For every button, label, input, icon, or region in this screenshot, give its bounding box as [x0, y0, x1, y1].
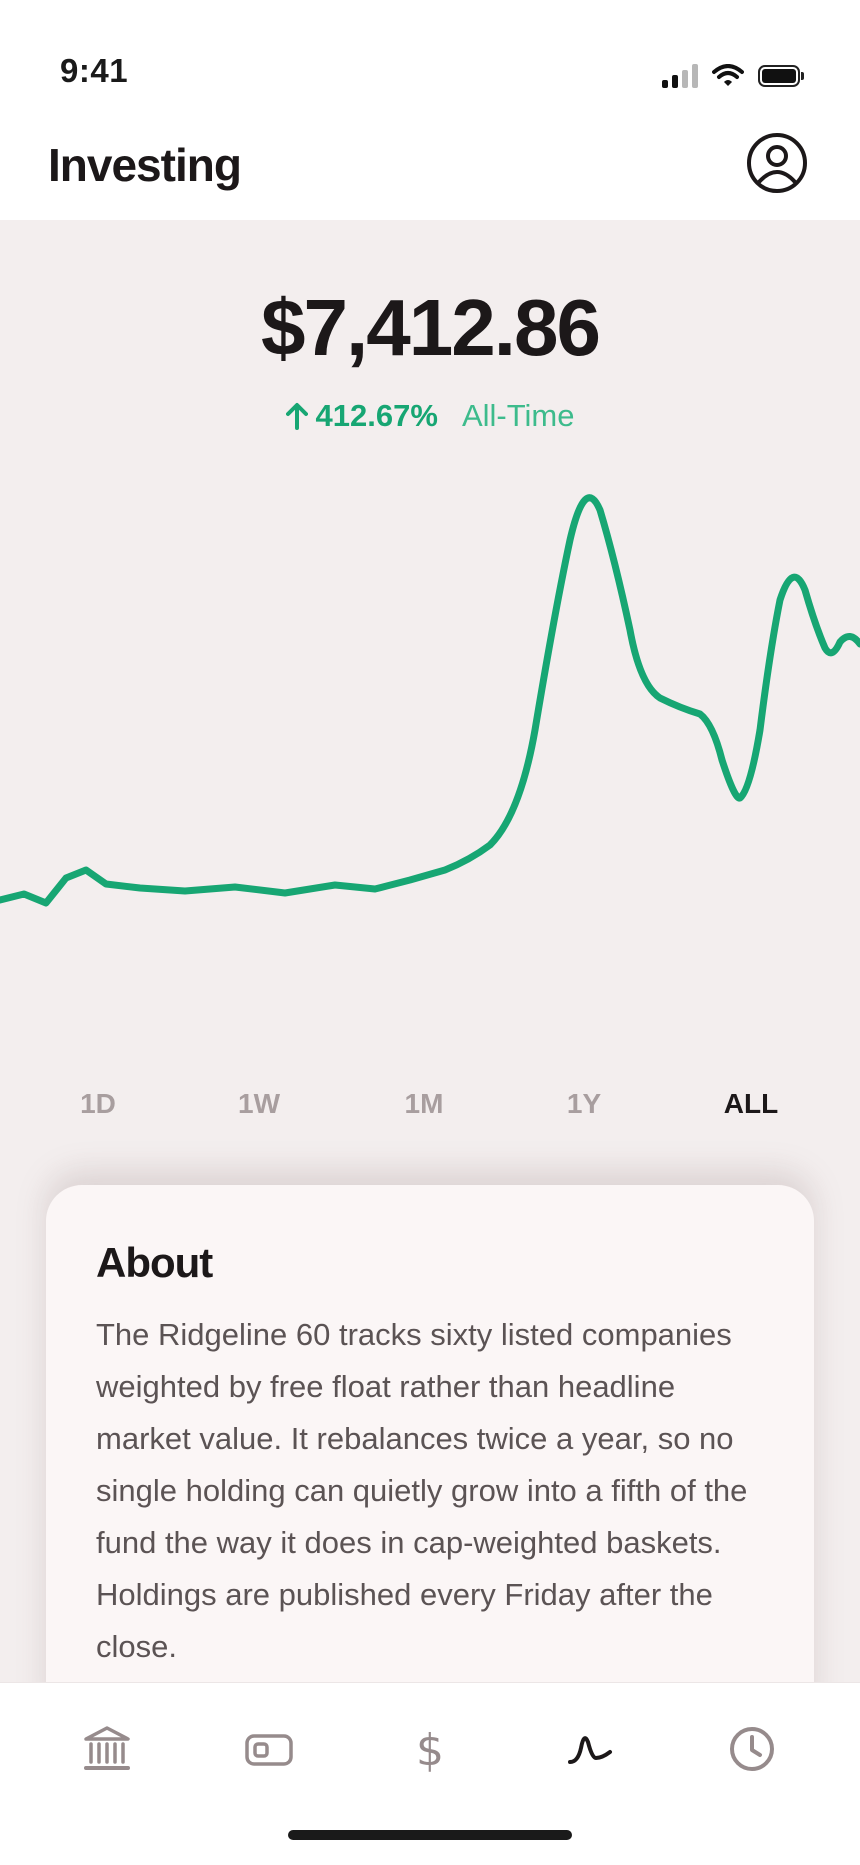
about-card: About The Ridgeline 60 tracks sixty list… — [46, 1185, 814, 1682]
arrow-up-icon — [285, 403, 308, 430]
home-indicator — [288, 1830, 572, 1840]
time-range-selector: 1D 1W 1M 1Y ALL — [0, 1088, 860, 1138]
app-header: Investing — [0, 120, 860, 220]
profile-icon — [747, 133, 807, 193]
range-1w-button[interactable]: 1W — [238, 1088, 280, 1120]
clock-icon — [730, 1727, 774, 1771]
battery-icon — [758, 65, 804, 87]
status-bar: 9:41 — [0, 0, 860, 120]
range-1d-button[interactable]: 1D — [80, 1088, 116, 1120]
tab-cash[interactable]: $ — [402, 1721, 458, 1777]
tab-banking[interactable] — [79, 1721, 135, 1777]
page-title: Investing — [48, 139, 242, 191]
chart-line — [0, 494, 860, 907]
profile-button[interactable] — [746, 132, 808, 194]
investing-main: $7,412.86 412.67% All-Time 1D 1W 1M 1Y A… — [0, 220, 860, 1682]
investing-icon — [568, 1736, 612, 1764]
tab-card[interactable] — [241, 1721, 297, 1777]
bank-icon — [84, 1726, 130, 1770]
change-percent: 412.67% — [315, 398, 438, 433]
status-icons — [662, 64, 804, 88]
about-description: The Ridgeline 60 tracks sixty listed com… — [96, 1317, 748, 1664]
dollar-icon: $ — [416, 1725, 444, 1774]
change-period: All-Time — [461, 398, 575, 433]
range-1y-button[interactable]: 1Y — [567, 1088, 601, 1120]
portfolio-balance: $7,412.86 — [261, 283, 601, 372]
change-value: 412.67% — [285, 398, 438, 434]
range-1m-button[interactable]: 1M — [405, 1088, 444, 1120]
cellular-signal-icon — [662, 64, 698, 88]
wifi-icon — [712, 64, 744, 86]
portfolio-change: 412.67% All-Time — [0, 398, 860, 434]
about-title: About — [96, 1239, 213, 1286]
range-all-button[interactable]: ALL — [724, 1088, 778, 1120]
card-icon — [245, 1734, 293, 1766]
svg-text:$: $ — [416, 1725, 444, 1774]
status-time: 9:41 — [60, 52, 129, 89]
tab-investing[interactable] — [563, 1721, 619, 1777]
tab-activity[interactable] — [724, 1721, 780, 1777]
